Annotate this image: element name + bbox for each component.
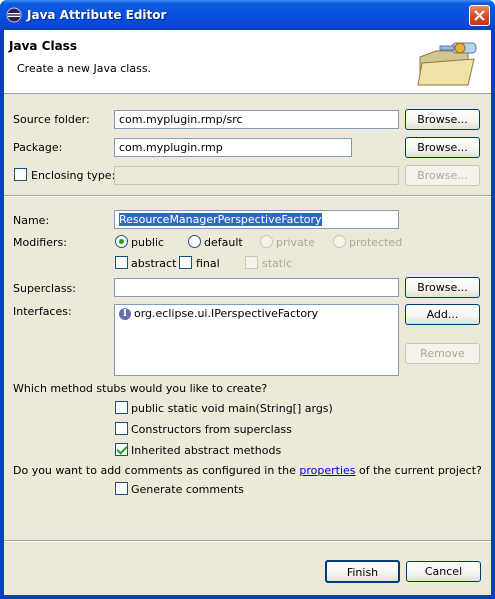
properties-link[interactable]: properties bbox=[299, 464, 355, 477]
constructors-checkbox[interactable] bbox=[115, 422, 128, 435]
final-checkbox[interactable] bbox=[179, 256, 192, 269]
enclosing-type-checkbox[interactable] bbox=[14, 168, 27, 181]
enclosing-type-label: Enclosing type: bbox=[31, 169, 116, 182]
separator bbox=[4, 195, 491, 197]
enclosing-type-browse-button[interactable]: Browse... bbox=[405, 165, 480, 186]
superclass-field[interactable] bbox=[114, 278, 399, 297]
generate-comments-checkbox[interactable] bbox=[115, 482, 128, 495]
title-banner: Java Class Create a new Java class. bbox=[4, 30, 491, 94]
title-bar[interactable]: Java Attribute Editor bbox=[0, 0, 495, 30]
name-field-selected-text: ResourceManagerPerspectiveFactory bbox=[119, 213, 322, 226]
package-browse-button[interactable]: Browse... bbox=[405, 137, 480, 158]
banner-description: Create a new Java class. bbox=[17, 62, 152, 75]
separator bbox=[4, 540, 491, 542]
source-folder-label: Source folder: bbox=[13, 113, 90, 126]
main-method-checkbox[interactable] bbox=[115, 401, 128, 414]
main-method-label: public static void main(String[] args) bbox=[131, 402, 333, 415]
source-folder-field[interactable]: com.myplugin.rmp/src bbox=[114, 110, 399, 129]
banner-title: Java Class bbox=[9, 39, 77, 53]
interface-name: org.eclipse.ui.IPerspectiveFactory bbox=[134, 307, 319, 320]
enclosing-type-field[interactable] bbox=[114, 166, 399, 185]
default-radio-label: default bbox=[204, 236, 243, 249]
public-radio-label: public bbox=[131, 236, 165, 249]
default-radio[interactable] bbox=[188, 235, 201, 248]
static-checkbox-label: static bbox=[262, 257, 293, 270]
interfaces-label: Interfaces: bbox=[13, 305, 72, 318]
comments-question: Do you want to add comments as configure… bbox=[13, 464, 482, 477]
close-button[interactable] bbox=[469, 5, 490, 26]
abstract-checkbox-label: abstract bbox=[131, 257, 177, 270]
protected-radio-label: protected bbox=[349, 236, 403, 249]
dialog-body: Java Class Create a new Java class. Sour… bbox=[4, 30, 491, 595]
superclass-browse-button[interactable]: Browse... bbox=[405, 277, 480, 298]
method-stubs-question: Which method stubs would you like to cre… bbox=[13, 382, 268, 395]
generate-comments-label: Generate comments bbox=[131, 483, 244, 496]
superclass-label: Superclass: bbox=[13, 282, 76, 295]
dialog-window: Java Attribute Editor Java Class Create … bbox=[0, 0, 495, 599]
interface-icon: I bbox=[119, 308, 131, 320]
modifiers-label: Modifiers: bbox=[13, 236, 67, 249]
constructors-label: Constructors from superclass bbox=[131, 423, 292, 436]
public-radio[interactable] bbox=[115, 235, 128, 248]
eclipse-icon bbox=[6, 7, 22, 23]
inherited-methods-label: Inherited abstract methods bbox=[131, 444, 282, 457]
interfaces-list[interactable]: Iorg.eclipse.ui.IPerspectiveFactory bbox=[114, 304, 399, 376]
close-icon bbox=[474, 10, 485, 21]
window-title: Java Attribute Editor bbox=[27, 8, 167, 22]
remove-interface-button[interactable]: Remove bbox=[405, 343, 480, 364]
inherited-methods-checkbox[interactable] bbox=[115, 443, 128, 456]
name-label: Name: bbox=[13, 214, 50, 227]
private-radio-label: private bbox=[276, 236, 315, 249]
abstract-checkbox[interactable] bbox=[115, 256, 128, 269]
package-field[interactable]: com.myplugin.rmp bbox=[114, 138, 352, 157]
final-checkbox-label: final bbox=[196, 257, 220, 270]
package-label: Package: bbox=[13, 141, 63, 154]
static-checkbox[interactable] bbox=[245, 256, 258, 269]
name-field[interactable]: ResourceManagerPerspectiveFactory bbox=[114, 210, 399, 229]
finish-button[interactable]: Finish bbox=[325, 560, 400, 583]
list-item[interactable]: Iorg.eclipse.ui.IPerspectiveFactory bbox=[119, 307, 318, 320]
source-folder-browse-button[interactable]: Browse... bbox=[405, 109, 480, 130]
cancel-button[interactable]: Cancel bbox=[406, 561, 481, 582]
private-radio[interactable] bbox=[260, 235, 273, 248]
new-class-wizard-icon bbox=[417, 42, 477, 86]
protected-radio[interactable] bbox=[333, 235, 346, 248]
add-interface-button[interactable]: Add... bbox=[405, 304, 480, 325]
